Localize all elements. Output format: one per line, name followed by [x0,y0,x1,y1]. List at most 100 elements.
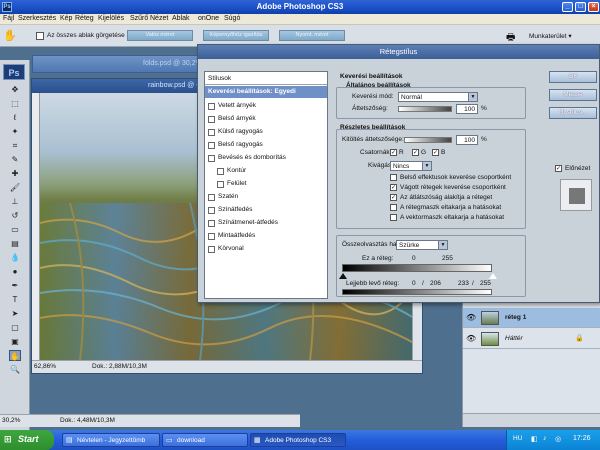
volume-icon[interactable]: ♪ [543,435,547,442]
blend-clipped-checkbox[interactable]: ✓ [390,184,397,191]
crop-tool-icon[interactable]: ⌗ [9,140,21,151]
workspace-menu[interactable]: Munkaterület ▾ [529,32,572,40]
fill-opacity-input[interactable]: 100 [456,135,478,145]
pen-tool-icon[interactable]: ✒ [9,280,21,291]
menu-help[interactable]: Súgó [224,15,240,22]
menu-image[interactable]: Kép [60,15,72,22]
new-style-button[interactable]: Új stílus... [549,107,597,119]
knockout-select[interactable]: Nincs ▼ [390,161,432,171]
close-button[interactable]: × [588,2,599,12]
eye-icon[interactable]: 👁 [466,313,476,323]
document-title-back: földs.psd @ 30,2% [143,60,202,67]
blur-tool-icon[interactable]: 💧 [9,252,21,263]
preview-checkbox[interactable]: ✓ [555,165,562,172]
opacity-slider[interactable] [398,106,452,112]
ok-button[interactable]: OK [549,71,597,83]
style-item[interactable]: Kontúr [205,165,327,177]
path-select-tool-icon[interactable]: ➤ [9,308,21,319]
fit-screen-button[interactable]: Képernyőhöz igazítás [203,30,269,41]
channel-r-checkbox[interactable]: ✓ [390,149,397,156]
menu-view[interactable]: Nézet [150,15,168,22]
cancel-button[interactable]: Mégse [549,89,597,101]
network-icon[interactable]: ◧ [531,435,538,443]
underlying-gradient[interactable] [342,289,492,295]
eyedropper-tool-icon[interactable]: ✎ [9,154,21,165]
tray-app-icon[interactable]: ◎ [555,435,561,443]
channel-g-checkbox[interactable]: ✓ [412,149,419,156]
hand-tool-icon[interactable]: ✋ [9,350,21,361]
blending-options-item[interactable]: Keverési beállítások: Egyedi [205,86,327,98]
history-brush-tool-icon[interactable]: ↺ [9,210,21,221]
eye-icon[interactable]: 👁 [466,334,476,344]
menu-window[interactable]: Ablak [172,15,190,22]
style-item[interactable]: Külső ragyogás [205,126,327,138]
opacity-input[interactable]: 100 [456,104,478,114]
zoom-level[interactable]: 62,86% [34,363,56,370]
layer-mask-hides-checkbox[interactable] [390,204,397,211]
print-size-button[interactable]: Nyomt. méret [279,30,345,41]
menu-edit[interactable]: Szerkesztés [18,15,56,22]
styles-header[interactable]: Stílusok [205,72,327,85]
this-layer-black-knob[interactable] [339,273,347,279]
gradient-tool-icon[interactable]: ▤ [9,238,21,249]
maximize-button[interactable]: □ [575,2,586,12]
brush-tool-icon[interactable]: 🖌 [9,182,21,193]
fill-opacity-slider[interactable] [404,137,452,143]
taskbar-photoshop[interactable]: ▦ Adobe Photoshop CS3 [250,433,346,447]
move-tool-icon[interactable]: ✥ [9,84,21,95]
hand-tool-icon[interactable]: ✋ [3,29,17,43]
transparency-shapes-checkbox[interactable]: ✓ [390,194,397,201]
blend-if-select[interactable]: Szürke ▼ [396,240,448,250]
back-zoom-level[interactable]: 30,2% [2,417,20,424]
stamp-tool-icon[interactable]: ⊥ [9,196,21,207]
vector-mask-hides-checkbox[interactable] [390,214,397,221]
channel-b-checkbox[interactable]: ✓ [432,149,439,156]
layer-row[interactable]: 👁 réteg 1 [463,308,600,328]
this-layer-white-knob[interactable] [489,273,497,279]
menu-file[interactable]: Fájl [3,15,14,22]
style-item[interactable]: Felület [205,178,327,190]
style-item[interactable]: Belső árnyék [205,113,327,125]
minimize-button[interactable]: _ [562,2,573,12]
style-item[interactable]: Körvonal [205,243,327,255]
style-item[interactable]: Színátmenet-átfedés [205,217,327,229]
layer-name[interactable]: réteg 1 [505,314,526,321]
style-item[interactable]: Szatén [205,191,327,203]
start-button[interactable]: ⊞ Start [0,430,54,450]
menu-onone[interactable]: onOne [198,15,219,22]
style-item[interactable]: Belső ragyogás [205,139,327,151]
taskbar-download[interactable]: ▭ download [162,433,248,447]
type-tool-icon[interactable]: T [9,294,21,305]
channels-label: Csatornák: [360,149,392,156]
layer-row[interactable]: 👁 Háttér 🔒 [463,329,600,349]
layer-name[interactable]: Háttér [505,335,523,342]
actual-pixels-button[interactable]: Valós méret [127,30,193,41]
blend-interior-checkbox[interactable] [390,174,397,181]
menu-filter[interactable]: Szűrő [130,15,148,22]
style-item[interactable]: Mintaátfedés [205,230,327,242]
style-item[interactable]: Bevésés és domborítás [205,152,327,164]
layer-thumbnail [481,332,499,346]
dialog-titlebar[interactable]: Rétegstílus [198,45,599,59]
this-layer-gradient[interactable] [342,264,492,272]
lasso-tool-icon[interactable]: ℓ [9,112,21,123]
notes-tool-icon[interactable]: ▣ [9,336,21,347]
shape-tool-icon[interactable]: ▢ [9,322,21,333]
style-item[interactable]: Színátfedés [205,204,327,216]
workspace-icon[interactable]: 🖶 [506,30,520,43]
taskbar-notepad[interactable]: ▤ Névtelen - Jegyzettömb [62,433,160,447]
dodge-tool-icon[interactable]: ● [9,266,21,277]
underlying-mid1: 206 [430,280,441,287]
magic-wand-tool-icon[interactable]: ✦ [9,126,21,137]
zoom-tool-icon[interactable]: 🔍 [9,364,21,375]
underlying-layer-label: Lejjebb levő réteg: [346,280,400,287]
language-indicator[interactable]: HU [513,435,522,442]
menu-select[interactable]: Kijelölés [98,15,124,22]
style-item[interactable]: Vetett árnyék [205,100,327,112]
scroll-all-windows-checkbox[interactable] [36,32,44,40]
eraser-tool-icon[interactable]: ▭ [9,224,21,235]
menu-layer[interactable]: Réteg [75,15,94,22]
blend-mode-select[interactable]: Normál ▼ [398,92,478,102]
marquee-tool-icon[interactable]: ⬚ [9,98,21,109]
healing-tool-icon[interactable]: ✚ [9,168,21,179]
